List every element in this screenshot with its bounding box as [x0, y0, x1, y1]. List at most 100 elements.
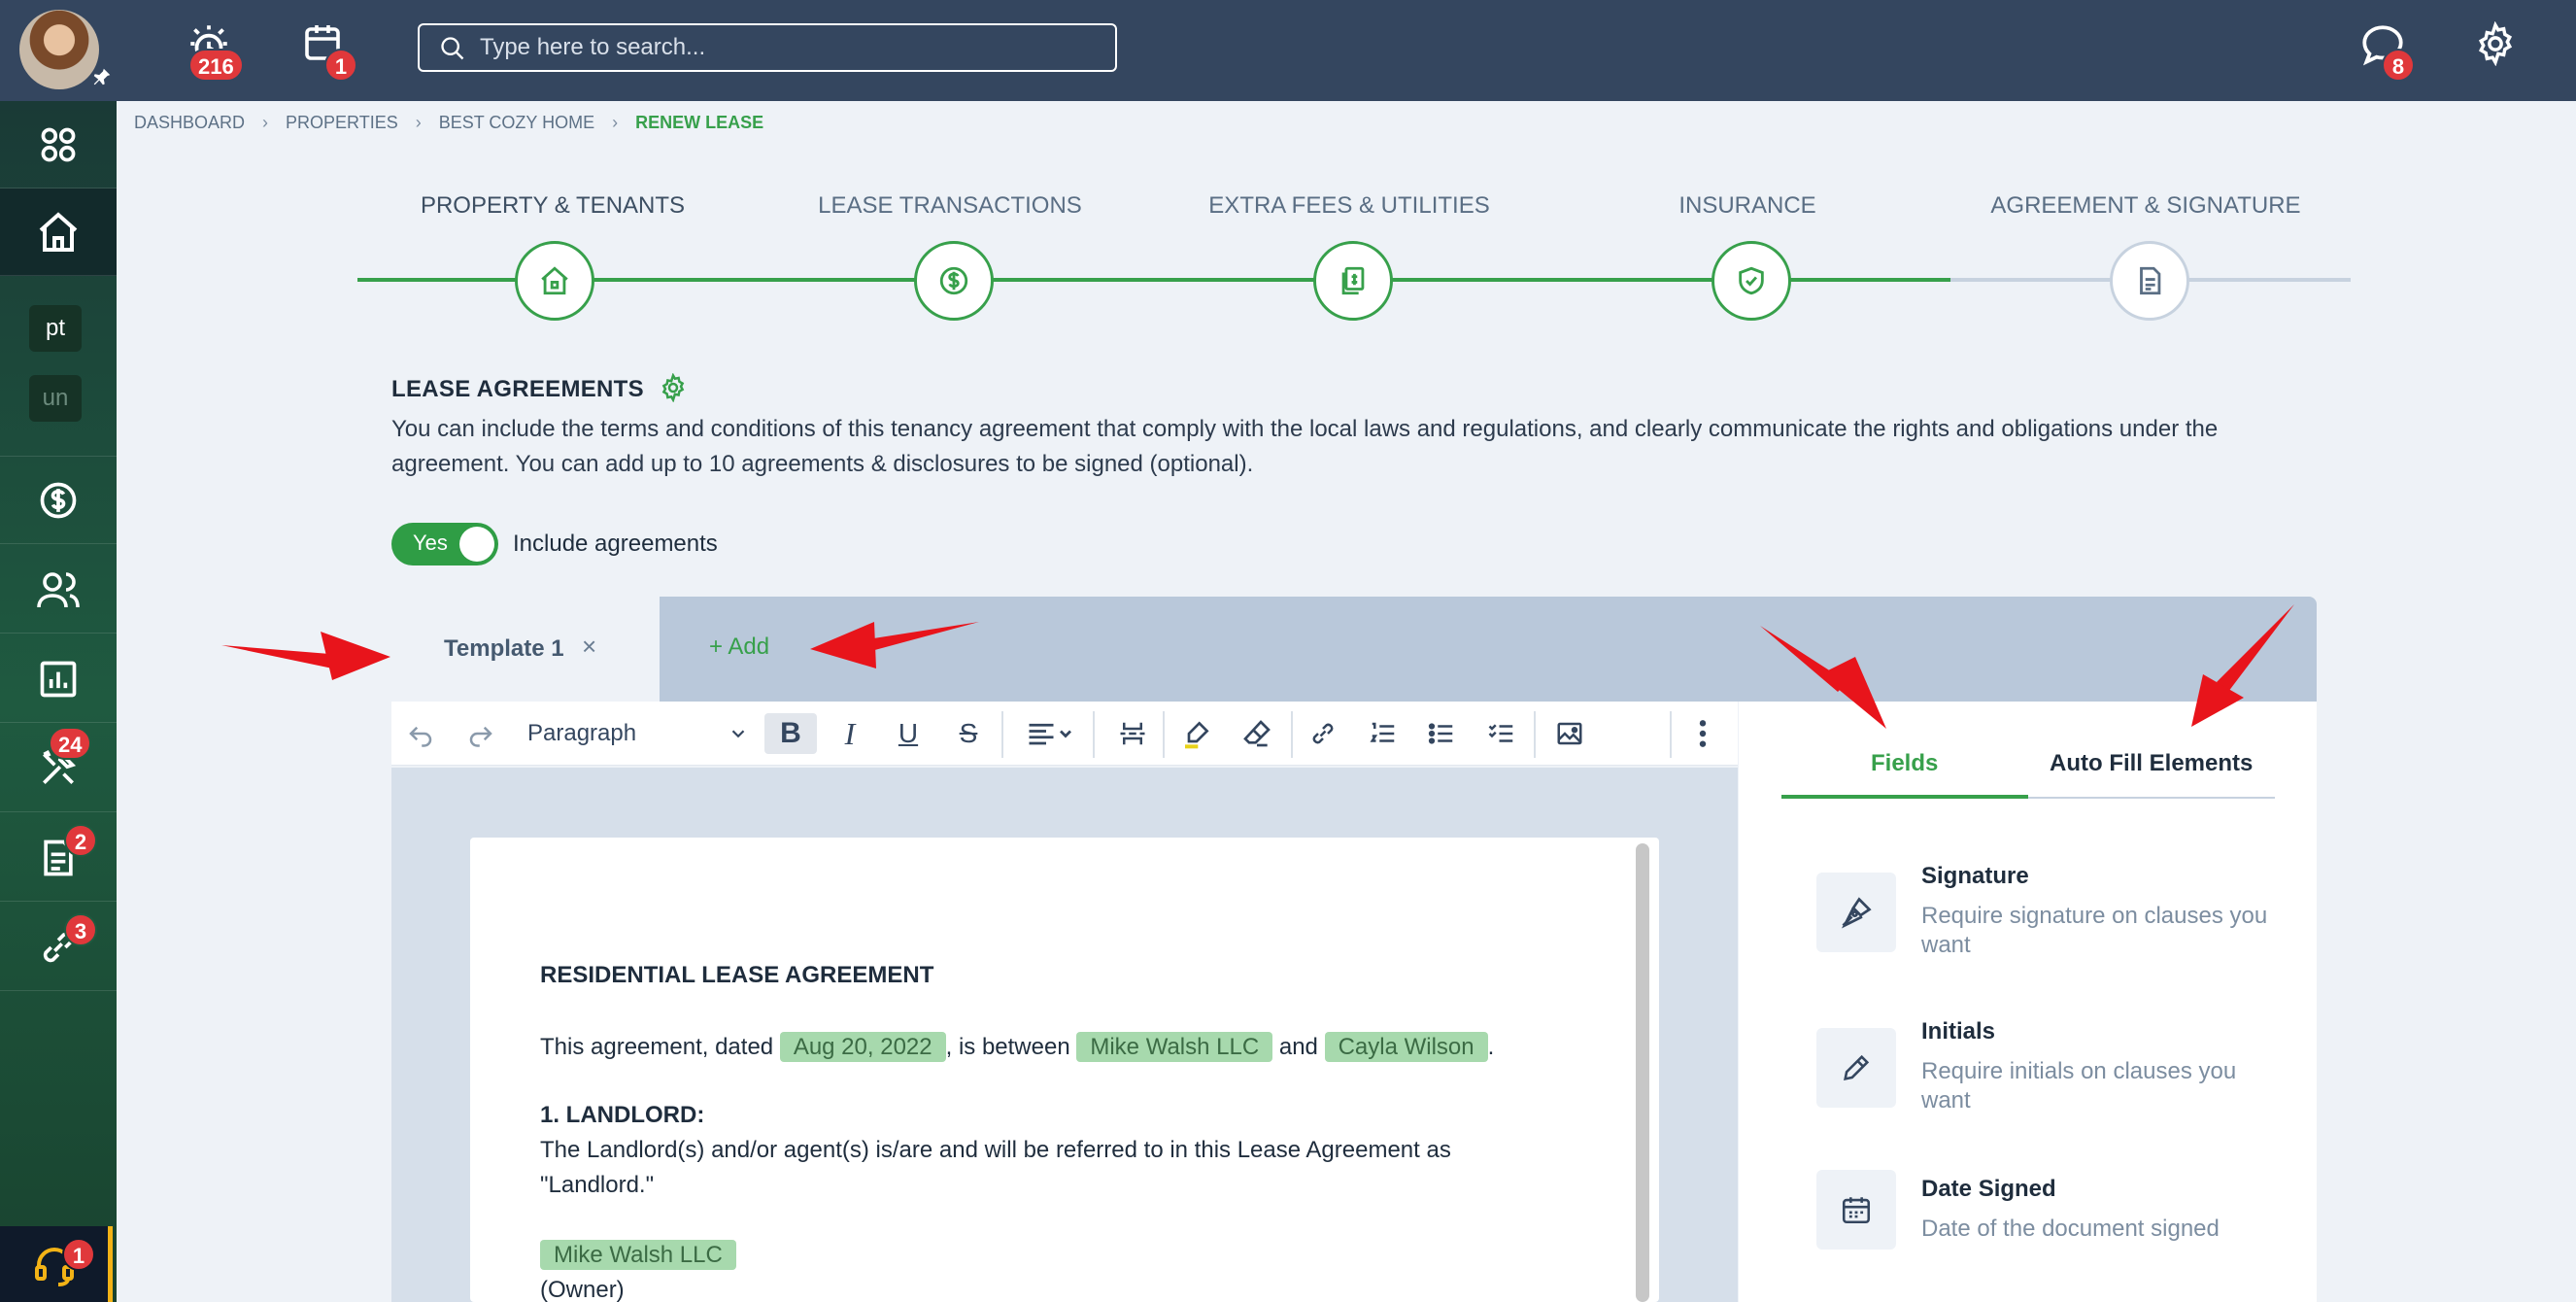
align-icon[interactable]: [1015, 713, 1087, 754]
tab-auto-fill-elements[interactable]: Auto Fill Elements: [2050, 750, 2253, 777]
top-bar: 216 1 8: [0, 0, 2576, 101]
alarm-badge: 216: [188, 49, 244, 82]
user-avatar[interactable]: [19, 10, 99, 89]
eraser-icon[interactable]: [1235, 713, 1279, 754]
lease-heading-text: LEASE AGREEMENTS: [391, 376, 644, 402]
pin-icon: [91, 66, 113, 87]
step-agreement-signature[interactable]: AGREEMENT & SIGNATURE: [1985, 192, 2306, 220]
undo-icon[interactable]: [399, 713, 442, 754]
doc-section-landlord-text: The Landlord(s) and/or agent(s) is/are a…: [540, 1137, 1451, 1198]
more-vertical-icon[interactable]: [1683, 713, 1722, 754]
doc-title: RESIDENTIAL LEASE AGREEMENT: [540, 962, 934, 988]
breadcrumb-current: RENEW LEASE: [635, 112, 764, 132]
sidebar-item-documents[interactable]: [0, 814, 117, 902]
doc-field-tenant[interactable]: Cayla Wilson: [1324, 1032, 1488, 1062]
search-input[interactable]: [480, 33, 1102, 62]
image-icon[interactable]: [1547, 713, 1592, 754]
link-icon[interactable]: [1301, 713, 1345, 754]
sidebar-item-home[interactable]: [0, 188, 117, 276]
workspace-chip-pt[interactable]: pt: [29, 305, 82, 352]
search-box[interactable]: [418, 23, 1117, 72]
step-insurance[interactable]: INSURANCE: [1587, 192, 1908, 220]
highlight-icon[interactable]: [1174, 713, 1219, 754]
breadcrumb-dashboard[interactable]: DASHBOARD: [134, 113, 245, 133]
pencil-icon: [1816, 1028, 1896, 1108]
numbered-list-icon[interactable]: [1361, 713, 1406, 754]
field-initials-title: Initials: [1921, 1018, 1996, 1045]
chevron-right-icon: ›: [415, 112, 422, 132]
dollar-circle-icon: [939, 266, 968, 295]
sidebar-item-payments[interactable]: [0, 457, 117, 544]
sidebar: pt un 24 2 3: [0, 101, 117, 1302]
doc-field-owner[interactable]: Mike Walsh LLC: [540, 1240, 736, 1270]
italic-icon[interactable]: I: [829, 713, 871, 754]
step-property-tenants[interactable]: PROPERTY & TENANTS: [392, 192, 713, 220]
sidebar-item-reports[interactable]: [0, 635, 117, 723]
redo-icon[interactable]: [459, 713, 502, 754]
sidebar-workspaces: pt un: [0, 276, 117, 457]
strikethrough-icon[interactable]: S: [947, 713, 990, 754]
tab-active-indicator: [1781, 795, 2028, 799]
step-circle-property[interactable]: [515, 241, 594, 321]
tab-template-1[interactable]: Template 1 ×: [391, 597, 660, 702]
close-icon[interactable]: ×: [582, 632, 596, 662]
toggle-label: Yes: [413, 531, 448, 555]
pen-nib-icon: [1816, 873, 1896, 952]
users-icon: [37, 571, 80, 607]
step-extra-fees[interactable]: EXTRA FEES & UTILITIES: [1189, 192, 1509, 220]
toolbar-divider: [1001, 711, 1003, 758]
step-circle-fees[interactable]: [1313, 241, 1393, 321]
field-date-signed-desc: Date of the document signed: [1921, 1216, 2220, 1242]
field-date-signed-title: Date Signed: [1921, 1176, 2056, 1202]
doc-text: and: [1278, 1034, 1318, 1060]
doc-text: , is between: [945, 1034, 1070, 1060]
help-support[interactable]: 1: [0, 1226, 113, 1302]
include-agreements-toggle[interactable]: Yes: [391, 523, 498, 565]
fields-panel: Fields Auto Fill Elements Signature Requ…: [1739, 702, 2317, 1302]
dollar-icon: [40, 482, 77, 518]
gear-icon[interactable]: [2473, 20, 2531, 80]
field-initials-desc: Require initials on clauses you want: [1921, 1058, 2237, 1114]
search-icon: [441, 37, 464, 60]
doc-field-landlord[interactable]: Mike Walsh LLC: [1076, 1032, 1273, 1062]
chevron-right-icon: ›: [612, 112, 619, 132]
sidebar-item-people[interactable]: [0, 546, 117, 634]
add-template-button[interactable]: + Add: [709, 634, 769, 661]
step-circle-insurance[interactable]: [1712, 241, 1791, 321]
bold-icon[interactable]: B: [764, 713, 817, 754]
workspace-chip-un[interactable]: un: [29, 375, 82, 422]
breadcrumb-property[interactable]: BEST COZY HOME: [439, 113, 594, 133]
paragraph-select[interactable]: Paragraph: [527, 713, 749, 754]
breadcrumb-properties[interactable]: PROPERTIES: [286, 113, 398, 133]
sidebar-item-links[interactable]: [0, 904, 117, 991]
editor-scrollbar[interactable]: [1636, 843, 1649, 1302]
include-agreements-label: Include agreements: [513, 531, 718, 557]
calendar-badge: 1: [324, 49, 357, 82]
tools-badge: 24: [49, 727, 92, 760]
document-page[interactable]: [470, 838, 1659, 1302]
step-lease-transactions[interactable]: LEASE TRANSACTIONS: [790, 192, 1110, 220]
settings-icon[interactable]: [659, 372, 688, 403]
sidebar-item-dashboard[interactable]: [0, 101, 117, 188]
doc-field-date[interactable]: Aug 20, 2022: [779, 1032, 946, 1062]
page-break-icon[interactable]: [1110, 713, 1155, 754]
toolbar-divider: [1093, 711, 1095, 758]
chat-badge: 8: [2382, 49, 2415, 82]
step-circle-agreement[interactable]: [2110, 241, 2189, 321]
field-signature-title: Signature: [1921, 863, 2029, 889]
underline-icon[interactable]: U: [887, 713, 930, 754]
checklist-icon[interactable]: [1479, 713, 1524, 754]
breadcrumb: DASHBOARD › PROPERTIES › BEST COZY HOME …: [134, 111, 763, 134]
toggle-knob: [459, 527, 494, 562]
help-badge: 1: [62, 1238, 95, 1271]
chevron-right-icon: ›: [262, 112, 269, 132]
tab-template-1-label: Template 1: [444, 635, 564, 662]
bullet-list-icon[interactable]: [1419, 713, 1464, 754]
lease-description: You can include the terms and conditions…: [391, 416, 2219, 477]
bills-icon: [1341, 266, 1365, 295]
calendar-icon: [1816, 1170, 1896, 1250]
step-circle-transactions[interactable]: [914, 241, 994, 321]
apps-icon: [41, 127, 76, 161]
tab-fields[interactable]: Fields: [1871, 750, 1938, 777]
lease-heading: LEASE AGREEMENTS: [391, 372, 688, 403]
